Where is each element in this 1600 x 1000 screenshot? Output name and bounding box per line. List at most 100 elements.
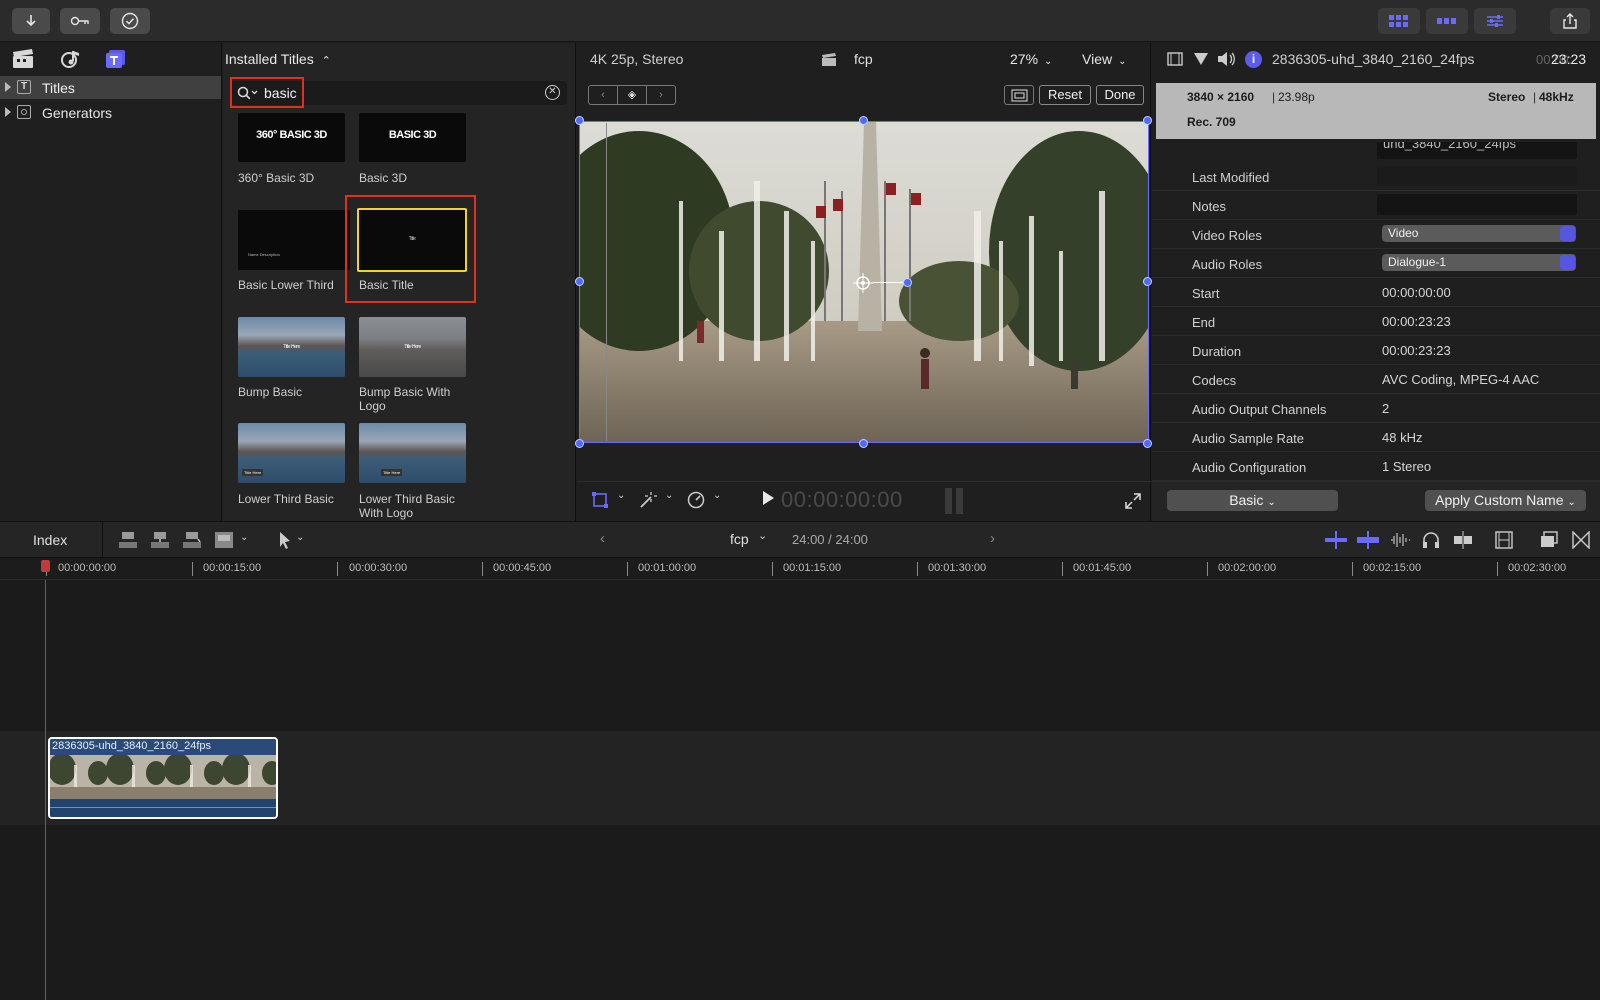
transform-handle[interactable] — [575, 277, 584, 286]
chevron-down-icon[interactable]: ⌄ — [296, 532, 304, 543]
previous-project-icon[interactable]: ‹ — [600, 530, 605, 547]
titles-generators-tab[interactable] — [105, 49, 127, 72]
waveform-icon[interactable] — [1390, 531, 1410, 549]
inspector-toggle-button[interactable] — [1474, 8, 1516, 34]
rotation-handle[interactable] — [903, 278, 912, 287]
playhead-marker[interactable] — [41, 560, 50, 572]
video-inspector-icon[interactable] — [1167, 52, 1183, 66]
transform-handle[interactable] — [1143, 277, 1152, 286]
timeline-area[interactable]: 2836305-uhd_3840_2160_24fps — [0, 580, 1600, 1000]
magic-wand-icon[interactable] — [639, 491, 657, 509]
video-roles-dropdown[interactable]: Video — [1382, 225, 1576, 242]
previous-keyframe-icon[interactable]: ‹ — [589, 86, 618, 104]
transform-mode-button[interactable] — [1004, 85, 1034, 105]
audio-skimming-icon[interactable] — [1357, 531, 1379, 549]
key-icon — [70, 16, 89, 26]
transform-tool-icon[interactable] — [592, 492, 608, 508]
append-clip-icon[interactable] — [182, 530, 202, 550]
fullscreen-icon[interactable] — [1125, 493, 1141, 509]
apply-custom-name-dropdown[interactable]: Apply Custom Name ⌄ — [1425, 490, 1586, 511]
connect-clip-icon[interactable] — [118, 530, 138, 550]
keyframe-navigation: ‹ ◈ › — [588, 85, 676, 105]
chevron-down-icon[interactable]: ⌄ — [713, 490, 721, 501]
transform-handle[interactable] — [1143, 439, 1152, 448]
overwrite-clip-icon[interactable] — [214, 530, 234, 550]
import-button[interactable] — [12, 8, 50, 34]
chevron-down-icon[interactable]: ⌄ — [240, 532, 248, 543]
disclosure-triangle-icon[interactable] — [5, 107, 11, 117]
browser-toggle-button[interactable] — [1378, 8, 1420, 34]
audio-format: Stereo — [1488, 90, 1526, 104]
transform-handle[interactable] — [575, 439, 584, 448]
effects-browser-icon[interactable] — [1540, 531, 1558, 549]
checkmark-circle-icon — [121, 12, 139, 30]
browser-header[interactable]: Installed Titles ⌃ — [225, 51, 331, 67]
ruler-tick — [1497, 562, 1498, 576]
title-thumbnail[interactable]: Title Here — [238, 317, 345, 377]
viewer-controls: ⌄ ⌄ ⌄ 00:00:00:00 — [577, 481, 1151, 521]
title-thumbnail[interactable]: Name Description — [238, 210, 350, 270]
timecode-display[interactable]: 00:00:00:00 — [781, 487, 903, 513]
chevron-down-icon[interactable]: ⌄ — [617, 490, 625, 501]
sidebar-item-label: Titles — [42, 80, 75, 96]
reset-button[interactable]: Reset — [1039, 85, 1091, 105]
next-project-icon[interactable]: › — [990, 530, 995, 547]
sidebar-item-titles[interactable]: T Titles — [0, 76, 221, 99]
info-inspector-icon[interactable]: i — [1245, 51, 1262, 68]
tile-label: Basic 3D — [359, 171, 408, 185]
anchor-point-icon[interactable] — [853, 273, 873, 293]
transform-handle[interactable] — [575, 116, 584, 125]
done-button[interactable]: Done — [1096, 85, 1144, 105]
background-tasks-button[interactable] — [110, 8, 150, 34]
next-keyframe-icon[interactable]: › — [647, 86, 675, 104]
metadata-view-dropdown[interactable]: Basic ⌄ — [1167, 490, 1338, 511]
title-thumbnail[interactable]: Title Here — [238, 423, 345, 483]
select-tool-icon[interactable] — [278, 531, 292, 549]
sidebar-item-generators[interactable]: Generators — [0, 101, 221, 124]
share-button[interactable] — [1550, 8, 1590, 34]
title-thumbnail-selected[interactable]: Title — [357, 208, 467, 272]
title-category-icon: T — [17, 80, 31, 94]
skimming-icon[interactable] — [1325, 531, 1347, 549]
speedometer-icon[interactable] — [687, 491, 705, 509]
title-thumbnail[interactable]: Title Here — [359, 423, 466, 483]
chevron-down-icon — [1560, 255, 1575, 270]
metadata-row: Notes — [1152, 191, 1600, 220]
chevron-down-icon[interactable]: ⌄ — [665, 490, 673, 501]
title-thumbnail[interactable]: 360° BASIC 3D — [238, 113, 345, 162]
chevron-down-icon[interactable]: ⌄ — [758, 529, 767, 542]
transitions-browser-icon[interactable] — [1572, 531, 1590, 549]
notes-field[interactable] — [1377, 194, 1577, 215]
name-field[interactable]: uhd_3840_2160_24fps — [1377, 142, 1577, 159]
transform-handle[interactable] — [859, 116, 868, 125]
index-button[interactable]: Index — [33, 532, 67, 548]
color-inspector-icon[interactable] — [1193, 52, 1209, 66]
add-keyframe-icon[interactable]: ◈ — [618, 86, 647, 104]
view-menu[interactable]: View ⌄ — [1082, 51, 1126, 67]
transform-handle[interactable] — [1143, 116, 1152, 125]
clear-search-icon[interactable]: ✕ — [545, 85, 560, 100]
metadata-row: End 00:00:23:23 — [1152, 307, 1600, 336]
clapper-icon — [822, 53, 836, 66]
timeline-toggle-button[interactable] — [1426, 8, 1468, 34]
title-thumbnail[interactable]: Title Here — [359, 317, 466, 377]
insert-clip-icon[interactable] — [150, 530, 170, 550]
timeline-clip[interactable]: 2836305-uhd_3840_2160_24fps — [48, 737, 278, 819]
play-icon[interactable] — [763, 491, 774, 505]
disclosure-triangle-icon[interactable] — [5, 82, 11, 92]
headphones-icon[interactable] — [1422, 531, 1440, 549]
title-thumbnail[interactable]: BASIC 3D — [359, 113, 466, 162]
audio-roles-dropdown[interactable]: Dialogue-1 — [1382, 254, 1576, 271]
timeline-ruler[interactable]: 00:00:00:00 00:00:15:00 00:00:30:00 00:0… — [0, 558, 1600, 580]
clip-appearance-icon[interactable] — [1495, 531, 1513, 549]
zoom-menu[interactable]: 27% ⌄ — [1010, 51, 1052, 67]
transform-handle[interactable] — [859, 439, 868, 448]
keywords-button[interactable] — [60, 8, 100, 34]
libraries-tab[interactable] — [12, 49, 34, 72]
audio-inspector-icon[interactable] — [1217, 51, 1235, 67]
clip-audio-waveform — [50, 799, 276, 817]
photos-audio-tab[interactable] — [59, 49, 81, 72]
tile-label: Basic Title — [359, 278, 414, 292]
snapping-icon[interactable] — [1453, 531, 1473, 549]
clip-duration: 23:23 — [1551, 51, 1587, 67]
